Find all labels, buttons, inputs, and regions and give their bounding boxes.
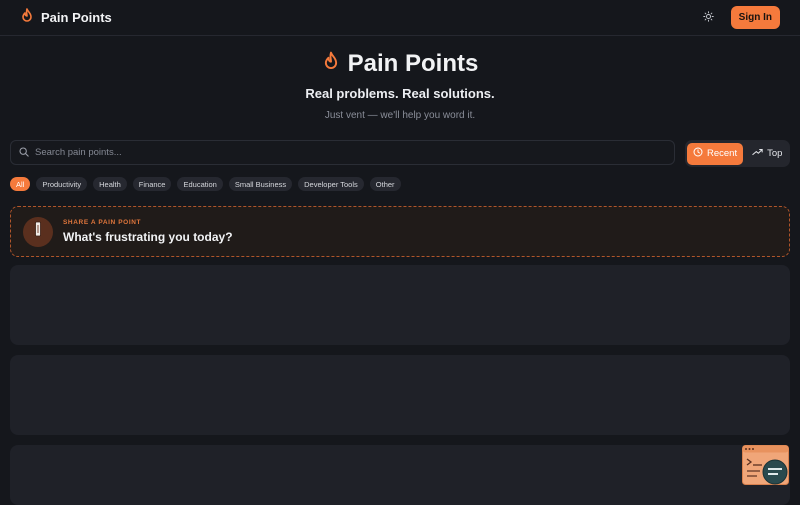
sort-toggle: Recent Top — [685, 140, 791, 167]
chip-other[interactable]: Other — [369, 177, 401, 191]
chip-developer-tools[interactable]: Developer Tools — [298, 177, 364, 191]
share-kicker: SHARE A PAIN POINT — [63, 219, 142, 226]
share-avatar — [23, 216, 53, 247]
clock-icon — [693, 147, 703, 160]
search-icon — [19, 144, 29, 162]
chip-small-business[interactable]: Small Business — [228, 177, 293, 191]
sort-recent-button[interactable]: Recent — [687, 142, 744, 165]
sign-in-button[interactable]: Sign In — [730, 6, 780, 29]
search-box[interactable] — [10, 140, 675, 165]
chip-health[interactable]: Health — [93, 177, 127, 191]
terminal-widget-icon — [742, 445, 789, 489]
brand-name: Pain Points — [41, 10, 112, 25]
search-row: Recent Top — [10, 140, 791, 167]
hero: Pain Points Real problems. Real solution… — [0, 48, 800, 121]
sun-icon — [703, 9, 714, 27]
search-input[interactable] — [35, 147, 666, 158]
post-card-placeholder — [10, 355, 790, 435]
theme-toggle-button[interactable] — [699, 8, 719, 28]
sort-recent-label: Recent — [707, 148, 738, 159]
post-card-placeholder — [10, 265, 790, 345]
flame-icon — [20, 7, 34, 28]
hero-title: Pain Points — [0, 48, 800, 80]
share-prompt: What's frustrating you today? — [63, 230, 233, 244]
post-card-placeholder — [10, 445, 790, 505]
category-filters: All Productivity Health Finance Educatio… — [10, 177, 401, 191]
sort-top-label: Top — [767, 148, 783, 159]
top-nav: Pain Points Sign In — [0, 0, 800, 36]
chip-finance[interactable]: Finance — [132, 177, 172, 191]
hero-tagline: Just vent — we'll help you word it. — [324, 110, 476, 121]
share-pain-point-card[interactable]: SHARE A PAIN POINT What's frustrating yo… — [10, 206, 790, 257]
trending-up-icon — [752, 147, 763, 160]
chip-education[interactable]: Education — [177, 177, 223, 191]
sort-top-button[interactable]: Top — [746, 143, 788, 165]
hero-subtitle: Real problems. Real solutions. — [305, 86, 495, 101]
hero-title-text: Pain Points — [347, 50, 479, 77]
chip-productivity[interactable]: Productivity — [36, 177, 88, 191]
microphone-icon — [34, 221, 42, 242]
flame-icon — [322, 50, 340, 78]
brand[interactable]: Pain Points — [20, 7, 112, 28]
floating-widget-button[interactable] — [742, 445, 789, 485]
chip-all[interactable]: All — [10, 177, 31, 191]
